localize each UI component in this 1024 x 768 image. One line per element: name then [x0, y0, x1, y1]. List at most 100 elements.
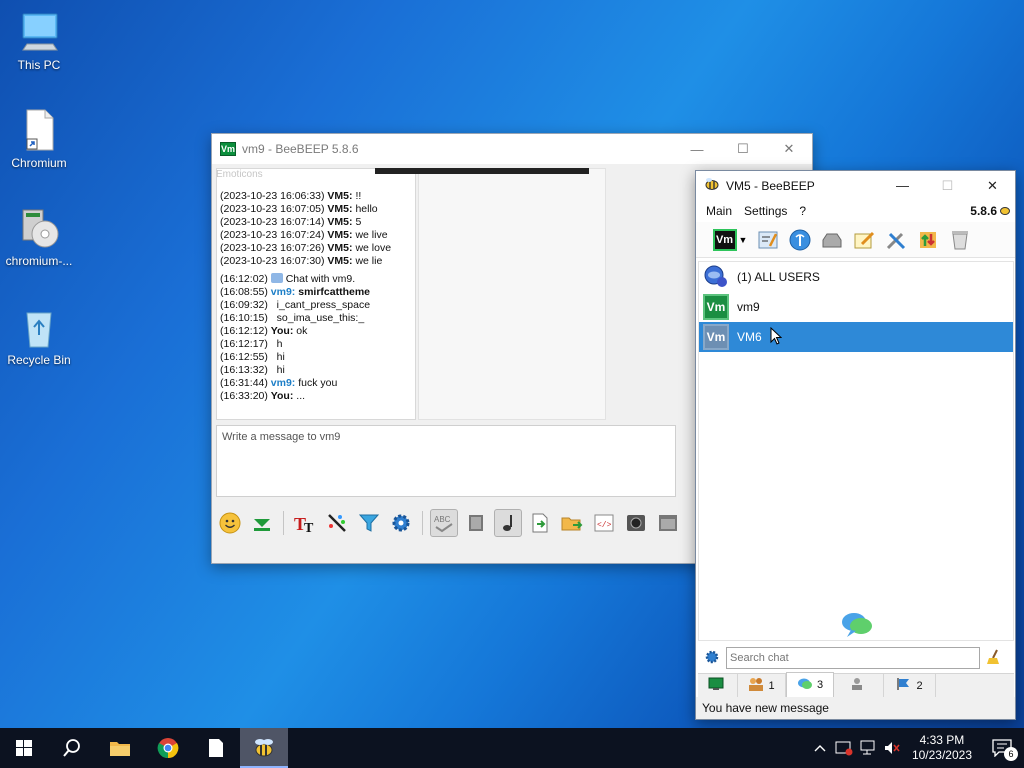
tab-shares[interactable]: 2	[884, 674, 936, 697]
window-icon	[659, 515, 677, 531]
tab-users[interactable]	[698, 674, 738, 697]
network-button[interactable]	[786, 226, 814, 254]
inbox-icon	[822, 233, 842, 247]
taskbar-notepad[interactable]	[192, 728, 240, 768]
tab-groups[interactable]	[834, 674, 884, 697]
menu-main[interactable]: Main	[700, 204, 738, 218]
broom-clear-icon[interactable]	[986, 649, 1002, 668]
bee-icon	[999, 204, 1015, 219]
security-icon[interactable]	[832, 740, 856, 756]
filter-icon	[358, 514, 380, 532]
groups-button[interactable]	[818, 226, 846, 254]
screenshot-button[interactable]	[622, 509, 650, 537]
chevron-up-icon[interactable]	[808, 744, 832, 752]
vm-avatar: Vm	[703, 324, 729, 350]
vm-avatar: Vm	[703, 294, 729, 320]
main-window-titlebar[interactable]: VM5 - BeeBEEP — ☐ ✕	[696, 171, 1015, 200]
maximize-button[interactable]: ☐	[720, 134, 766, 164]
sound-button[interactable]	[494, 509, 522, 537]
search-icon	[63, 739, 80, 757]
taskbar-chrome[interactable]	[144, 728, 192, 768]
chat-line: (16:10:15) so_ima_use_this:_	[220, 312, 365, 324]
transfer-arrows-icon	[920, 231, 936, 248]
message-placeholder: Write a message to vm9	[222, 431, 341, 443]
chat-window-title: vm9 - BeeBEEP 5.8.6	[242, 142, 359, 156]
message-input[interactable]: Write a message to vm9	[216, 425, 676, 497]
delete-button[interactable]	[946, 226, 974, 254]
chat-line: (2023-10-23 16:07:26) VM5: we love	[220, 242, 392, 254]
font-icon: TT	[294, 514, 314, 535]
plugins-button[interactable]	[882, 226, 910, 254]
chat-line: (2023-10-23 16:07:24) VM5: we live	[220, 229, 388, 241]
clock[interactable]: 4:33 PM 10/23/2023	[904, 733, 980, 763]
svg-text:ABC: ABC	[434, 515, 451, 524]
tab-contacts[interactable]: 1	[738, 674, 786, 697]
chrome-icon	[157, 738, 179, 759]
send-file-button[interactable]	[558, 509, 586, 537]
chat-bubbles-icon	[841, 610, 873, 641]
close-button[interactable]: ✕	[766, 134, 812, 164]
menu-help[interactable]: ?	[793, 204, 812, 218]
file-transfer-button[interactable]	[914, 226, 942, 254]
maximize-button[interactable]: ☐	[925, 171, 970, 200]
code-icon: </>	[594, 514, 614, 532]
color-wand-icon	[328, 514, 346, 532]
menu-settings[interactable]: Settings	[738, 204, 793, 218]
font-button[interactable]: TT	[291, 509, 319, 537]
html-button[interactable]: </>	[590, 509, 618, 537]
chat-toolbar: TT ABC </>	[216, 506, 682, 540]
taskbar-file-explorer[interactable]	[96, 728, 144, 768]
close-button[interactable]: ✕	[970, 171, 1015, 200]
detach-button[interactable]	[654, 509, 682, 537]
desktop-icon-recycle-bin[interactable]: Recycle Bin	[2, 305, 76, 367]
desktop-icon-chromium-installer[interactable]: chromium-...	[2, 206, 76, 268]
gear-icon	[392, 514, 410, 532]
settings-button[interactable]	[387, 509, 415, 537]
chat-icon	[270, 273, 283, 283]
status-button[interactable]: Vm ▼	[710, 226, 750, 254]
font-color-button[interactable]	[323, 509, 351, 537]
user-row-vm9[interactable]: Vm vm9	[699, 292, 1013, 322]
taskbar-beebeep[interactable]	[240, 728, 288, 768]
search-button[interactable]	[48, 728, 96, 768]
bee-icon	[255, 739, 273, 757]
chat-system-line: (16:12:02) Chat with vm9.	[220, 273, 356, 285]
this-pc-icon	[17, 10, 61, 54]
clock-time: 4:33 PM	[919, 733, 965, 747]
user-row-all-users[interactable]: (1) ALL USERS	[699, 262, 1013, 292]
send-button[interactable]	[248, 509, 276, 537]
emoticon-button[interactable]	[216, 509, 244, 537]
desktop-icon-this-pc[interactable]: This PC	[2, 10, 76, 72]
search-row: Search chat	[698, 644, 1014, 672]
chat-window-titlebar[interactable]: Vm vm9 - BeeBEEP 5.8.6 — ☐ ✕	[212, 134, 812, 164]
volume-muted-icon[interactable]	[880, 740, 904, 756]
network-icon[interactable]	[856, 740, 880, 756]
search-input[interactable]: Search chat	[726, 647, 980, 669]
tab-chats[interactable]: 3	[786, 672, 834, 697]
user-list: (1) ALL USERS Vm vm9 Vm VM6	[698, 261, 1014, 641]
chat-line: (2023-10-23 16:07:05) VM5: hello	[220, 203, 378, 215]
notification-center-button[interactable]: 6	[980, 728, 1024, 768]
version-label: 5.8.6	[970, 204, 997, 218]
minimize-button[interactable]: —	[880, 171, 925, 200]
desktop-icon-chromium[interactable]: Chromium	[2, 108, 76, 170]
chat-line: (16:12:12) You: ok	[220, 325, 308, 337]
smiley-icon	[219, 512, 241, 534]
edit-profile-button[interactable]	[754, 226, 782, 254]
message-board-button[interactable]	[850, 226, 878, 254]
filter-button[interactable]	[355, 509, 383, 537]
user-row-vm6[interactable]: Vm VM6	[699, 322, 1013, 352]
save-chat-button[interactable]	[526, 509, 554, 537]
music-note-icon	[503, 515, 512, 531]
gear-icon[interactable]	[704, 649, 720, 668]
minimize-button[interactable]: —	[674, 134, 720, 164]
start-button[interactable]	[0, 728, 48, 768]
chat-line: (16:12:55) hi	[220, 351, 285, 363]
document-arrow-icon	[532, 513, 548, 533]
main-toolbar: Vm ▼	[696, 222, 1015, 258]
spellcheck-icon: ABC	[434, 515, 453, 533]
word-completer-button[interactable]	[462, 509, 490, 537]
spellcheck-button[interactable]: ABC	[430, 509, 458, 537]
book-icon	[469, 515, 483, 531]
chat-line: (16:13:32) hi	[220, 364, 285, 376]
